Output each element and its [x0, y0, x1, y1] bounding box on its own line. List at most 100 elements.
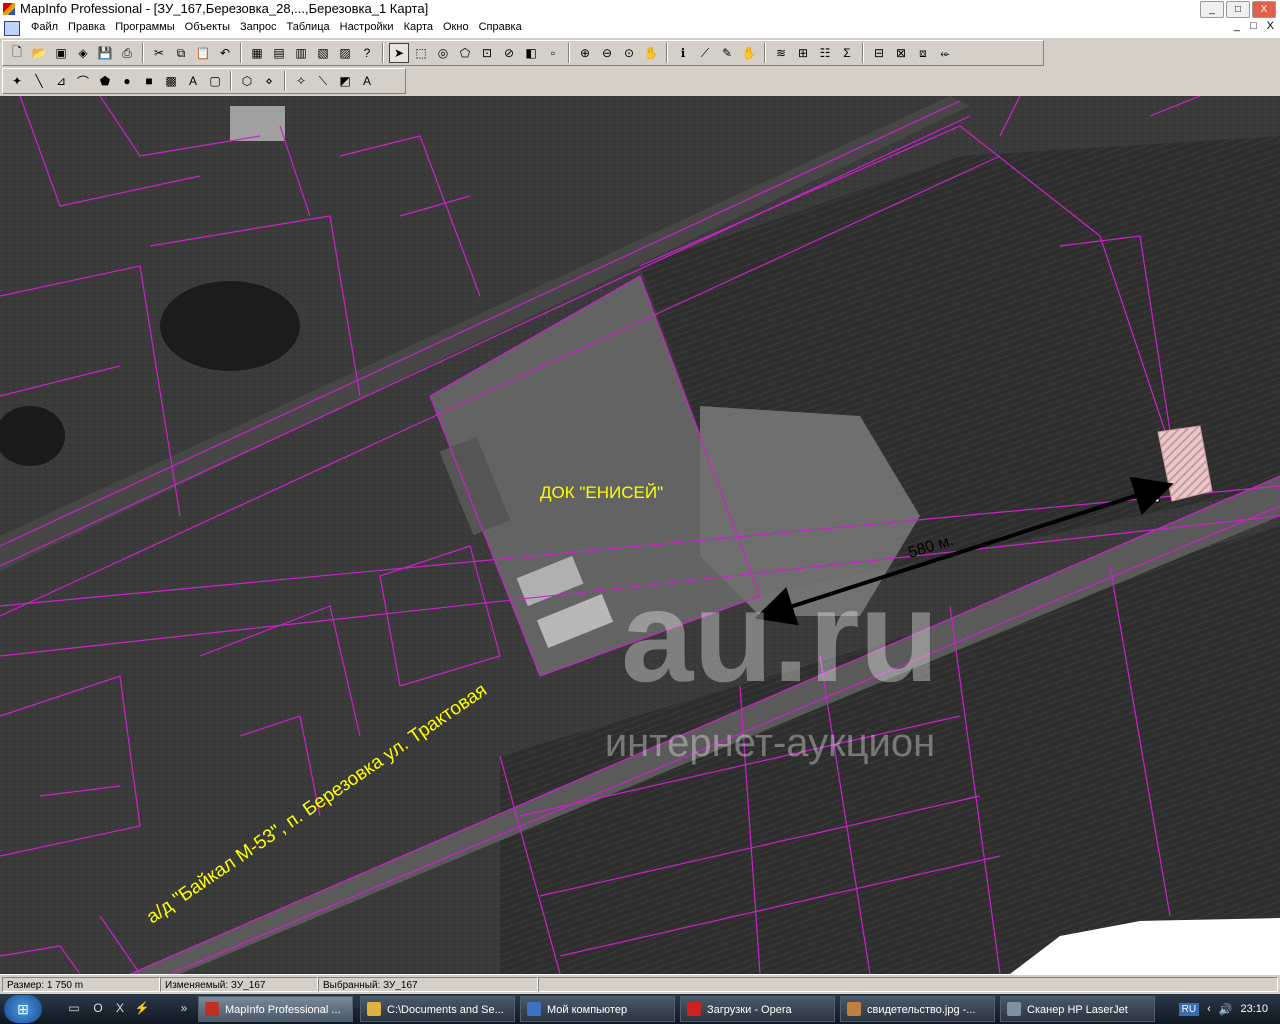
layer-control-icon[interactable]: ≋ [771, 43, 791, 63]
line-icon[interactable]: ╲ [29, 71, 49, 91]
polygon-select-icon[interactable]: ⬠ [455, 43, 475, 63]
taskbar-button-label: MapInfo Professional ... [225, 1004, 341, 1016]
save-icon[interactable]: 💾 [95, 43, 115, 63]
taskbar-button[interactable]: Загрузки - Opera [680, 996, 835, 1022]
boundary-select-icon[interactable]: ⊡ [477, 43, 497, 63]
layout-icon[interactable]: ▧ [313, 43, 333, 63]
invert-select-icon[interactable]: ◧ [521, 43, 541, 63]
copy-icon[interactable]: ⧉ [171, 43, 191, 63]
redistrict-icon[interactable]: ▨ [335, 43, 355, 63]
taskbar-button[interactable]: MapInfo Professional ... [198, 996, 353, 1022]
menu-objects[interactable]: Объекты [180, 21, 235, 33]
close-button[interactable]: X [1252, 1, 1276, 18]
open-workspace-icon[interactable]: ▣ [51, 43, 71, 63]
status-editable-layer[interactable]: Изменяемый: ЗУ_167 [160, 977, 318, 992]
graph-select-icon[interactable]: ▫ [543, 43, 563, 63]
text-icon[interactable]: A [183, 71, 203, 91]
taskbar-button[interactable]: свидетельство.jpg -... [840, 996, 995, 1022]
minimize-button[interactable]: _ [1200, 1, 1224, 18]
hotlink-icon[interactable]: ⬰ [935, 43, 955, 63]
symbol-style-icon[interactable]: ✧ [291, 71, 311, 91]
ruler2-icon[interactable]: ⊞ [793, 43, 813, 63]
taskbar-button[interactable]: C:\Documents and Se... [360, 996, 515, 1022]
language-indicator[interactable]: RU [1178, 1002, 1200, 1016]
menu-table[interactable]: Таблица [281, 21, 334, 33]
zoom-in-icon[interactable]: ⊕ [575, 43, 595, 63]
menu-settings[interactable]: Настройки [335, 21, 399, 33]
taskbar-button-label: C:\Documents and Se... [387, 1004, 504, 1016]
window-title: MapInfo Professional - [ЗУ_167,Березовка… [20, 1, 429, 16]
show-desktop-icon[interactable]: ▭ [66, 1001, 82, 1017]
menu-query[interactable]: Запрос [235, 21, 281, 33]
menu-programs[interactable]: Программы [110, 21, 179, 33]
legend-icon[interactable]: ☷ [815, 43, 835, 63]
tray-expand-icon[interactable]: ‹ [1207, 1003, 1211, 1015]
prism-icon[interactable]: ⧈ [913, 43, 933, 63]
grabber-icon[interactable]: ✋ [641, 43, 661, 63]
info-icon[interactable]: ℹ [673, 43, 693, 63]
start-button[interactable]: ⊞ [4, 995, 42, 1023]
taskbar-button[interactable]: Сканер HP LaserJet [1000, 996, 1155, 1022]
app-quicklaunch-icon[interactable]: ⚡ [134, 1001, 150, 1017]
print-icon[interactable]: ⎙ [117, 43, 137, 63]
frame-icon[interactable]: ▢ [205, 71, 225, 91]
mdi-minimize-button[interactable]: _ [1234, 20, 1240, 32]
volume-icon[interactable]: 🔊 [1219, 1003, 1233, 1016]
menu-help[interactable]: Справка [474, 21, 527, 33]
mdi-restore-button[interactable]: □ [1250, 20, 1257, 32]
new-map-icon[interactable]: ▤ [269, 43, 289, 63]
open-icon[interactable]: 📂 [29, 43, 49, 63]
unselect-icon[interactable]: ⊘ [499, 43, 519, 63]
clock[interactable]: 23:10 [1240, 1003, 1268, 1015]
paste-icon[interactable]: 📋 [193, 43, 213, 63]
task-app-icon [205, 1002, 219, 1016]
change-view-icon[interactable]: ⊙ [619, 43, 639, 63]
drag-window-icon[interactable]: ✋ [739, 43, 759, 63]
3d-map-icon[interactable]: ⊠ [891, 43, 911, 63]
region-style-icon[interactable]: ◩ [335, 71, 355, 91]
symbol-icon[interactable]: ✦ [7, 71, 27, 91]
ellipse-icon[interactable]: ● [117, 71, 137, 91]
graph-icon[interactable]: ▥ [291, 43, 311, 63]
mdi-close-button[interactable]: X [1267, 20, 1274, 32]
opera-quicklaunch-icon[interactable]: O [90, 1001, 106, 1017]
select-icon[interactable]: ➤ [389, 43, 409, 63]
maximize-button[interactable]: □ [1226, 1, 1250, 18]
reshape-icon[interactable]: ⬡ [237, 71, 257, 91]
help-pointer-icon[interactable]: ? [357, 43, 377, 63]
cut-icon[interactable]: ✂ [149, 43, 169, 63]
taskbar-button[interactable]: Мой компьютер [520, 996, 675, 1022]
text-style-icon[interactable]: A [357, 71, 377, 91]
new-icon[interactable]: 🗋 [7, 43, 27, 63]
selection-handle[interactable] [1152, 495, 1160, 503]
polygon-icon[interactable]: ⬟ [95, 71, 115, 91]
browser-icon[interactable]: ▦ [247, 43, 267, 63]
system-tray: RU ‹ 🔊 23:10 [1178, 994, 1280, 1024]
menu-file[interactable]: Файл [26, 21, 63, 33]
zoom-out-icon[interactable]: ⊖ [597, 43, 617, 63]
task-app-icon [687, 1002, 701, 1016]
map-canvas[interactable]: au.ru интернет-аукцион ДОК "ЕНИСЕЙ" 580 … [0, 96, 1280, 974]
expand-quicklaunch-icon[interactable]: » [176, 1001, 192, 1017]
menu-window[interactable]: Окно [438, 21, 474, 33]
arc-icon[interactable]: ⌒ [73, 71, 93, 91]
ruler-icon[interactable]: ⟋ [695, 43, 715, 63]
polyline-icon[interactable]: ⊿ [51, 71, 71, 91]
status-selected-layer[interactable]: Выбранный: ЗУ_167 [318, 977, 538, 992]
map-window[interactable]: au.ru интернет-аукцион ДОК "ЕНИСЕЙ" 580 … [0, 96, 1280, 974]
line-style-icon[interactable]: ⟍ [313, 71, 333, 91]
document-icon[interactable] [4, 21, 20, 36]
menu-map[interactable]: Карта [399, 21, 438, 33]
save-workspace-icon[interactable]: ◈ [73, 43, 93, 63]
radius-select-icon[interactable]: ◎ [433, 43, 453, 63]
rounded-rect-icon[interactable]: ▩ [161, 71, 181, 91]
rectangle-icon[interactable]: ■ [139, 71, 159, 91]
add-theme-icon[interactable]: ⊟ [869, 43, 889, 63]
excel-quicklaunch-icon[interactable]: X [112, 1001, 128, 1017]
undo-icon[interactable]: ↶ [215, 43, 235, 63]
marquee-select-icon[interactable]: ⬚ [411, 43, 431, 63]
add-node-icon[interactable]: ⋄ [259, 71, 279, 91]
label-icon[interactable]: ✎ [717, 43, 737, 63]
stats-icon[interactable]: Σ [837, 43, 857, 63]
menu-edit[interactable]: Правка [63, 21, 110, 33]
